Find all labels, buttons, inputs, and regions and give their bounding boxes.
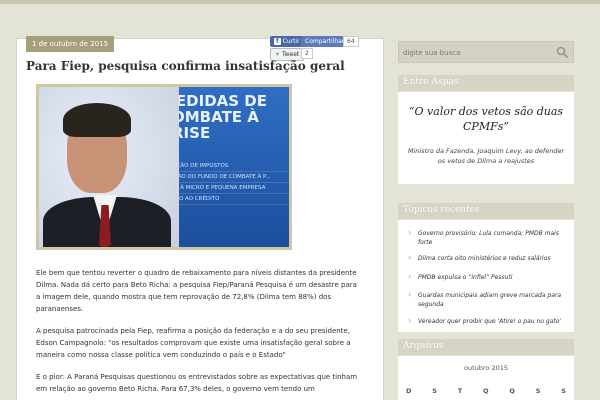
calendar-weekday: Q: [483, 387, 489, 395]
post-paragraph: A pesquisa patrocinada pela Fiep, reafir…: [36, 327, 351, 359]
entre-aspas-quote: “O valor dos vetos são duas CPMFs”: [408, 105, 564, 133]
calendar-weekday: S: [535, 387, 541, 395]
post-body: Ele bem que tentou reverter o quadro de …: [36, 267, 360, 400]
photo-banner-lines: REDUÇÃO DE IMPOSTOS CRIAÇÃO DO FUNDO DE …: [161, 161, 289, 205]
tweet-label: Tweet: [281, 51, 300, 58]
photo-banner-headline: MEDIDAS DE COMBATE À CRISE: [161, 92, 267, 142]
photo-person: [39, 87, 179, 247]
entre-aspas-attribution: Ministro da Fazenda, Joaquim Levy, ao de…: [407, 147, 565, 165]
photo-banner-line: ACESSO AO CRÉDITO: [161, 194, 289, 205]
topic-link[interactable]: Governo provisório: Lula comanda; PMDB m…: [406, 228, 570, 247]
calendar-weekday: S: [432, 387, 437, 395]
entre-aspas-header: Entre Aspas: [398, 75, 574, 91]
topicos-list: Governo provisório: Lula comanda; PMDB m…: [398, 220, 574, 332]
facebook-like-label: Curtir: [282, 38, 300, 45]
twitter-bird-icon: ✦: [275, 51, 281, 58]
topic-link[interactable]: Guardas municipais adiam greve marcada p…: [406, 290, 570, 309]
post-paragraph: E o pior: A Paraná Pesquisas questionou …: [36, 373, 358, 393]
photo-banner-line: CRIAÇÃO DO FUNDO DE COMBATE À P...: [161, 172, 289, 183]
search-input[interactable]: [403, 46, 543, 60]
share-count: 64: [343, 36, 359, 47]
calendar-weekday: S: [561, 387, 566, 395]
photo-hair: [63, 103, 131, 137]
topic-link[interactable]: Dilma corta oito ministérios e reduz sal…: [406, 253, 570, 263]
archive-calendar: outubro 2015 D S T Q Q S S: [398, 356, 574, 400]
post-date-badge: 1 de outubro de 2015: [26, 36, 115, 52]
search-icon[interactable]: [556, 46, 568, 58]
calendar-weekday: T: [457, 387, 463, 395]
calendar-weekdays: D S T Q Q S S: [406, 387, 566, 395]
post-paragraph: Ele bem que tentou reverter o quadro de …: [36, 269, 357, 313]
facebook-share-button[interactable]: Compartilhar: [301, 36, 349, 47]
calendar-weekday: D: [406, 387, 412, 395]
photo-banner-line: REDUÇÃO DE IMPOSTOS: [161, 161, 289, 172]
arquivos-header: Arquivos: [398, 339, 574, 355]
post-title[interactable]: Para Fiep, pesquisa confirma insatisfaçã…: [26, 59, 366, 73]
topicos-header: Tópicos recentes: [398, 203, 574, 219]
search-box: [398, 41, 574, 63]
facebook-like-button[interactable]: f Curtir: [270, 36, 304, 47]
tweet-count: 2: [301, 48, 313, 59]
facebook-icon: f: [274, 38, 281, 45]
topic-link[interactable]: Vereador quer proibir que 'Atire! o pau …: [406, 316, 570, 326]
topic-link[interactable]: PMDB expulsa o “infiel” Pessuti: [406, 272, 570, 282]
post-photo: MEDIDAS DE COMBATE À CRISE REDUÇÃO DE IM…: [36, 84, 292, 250]
top-bar: [0, 0, 600, 4]
calendar-weekday: Q: [509, 387, 515, 395]
entre-aspas-box: “O valor dos vetos são duas CPMFs” Minis…: [398, 92, 574, 184]
calendar-month: outubro 2015: [463, 364, 508, 372]
photo-banner-line: APOIO À MICRO E PEQUENA EMPRESA: [161, 183, 289, 194]
